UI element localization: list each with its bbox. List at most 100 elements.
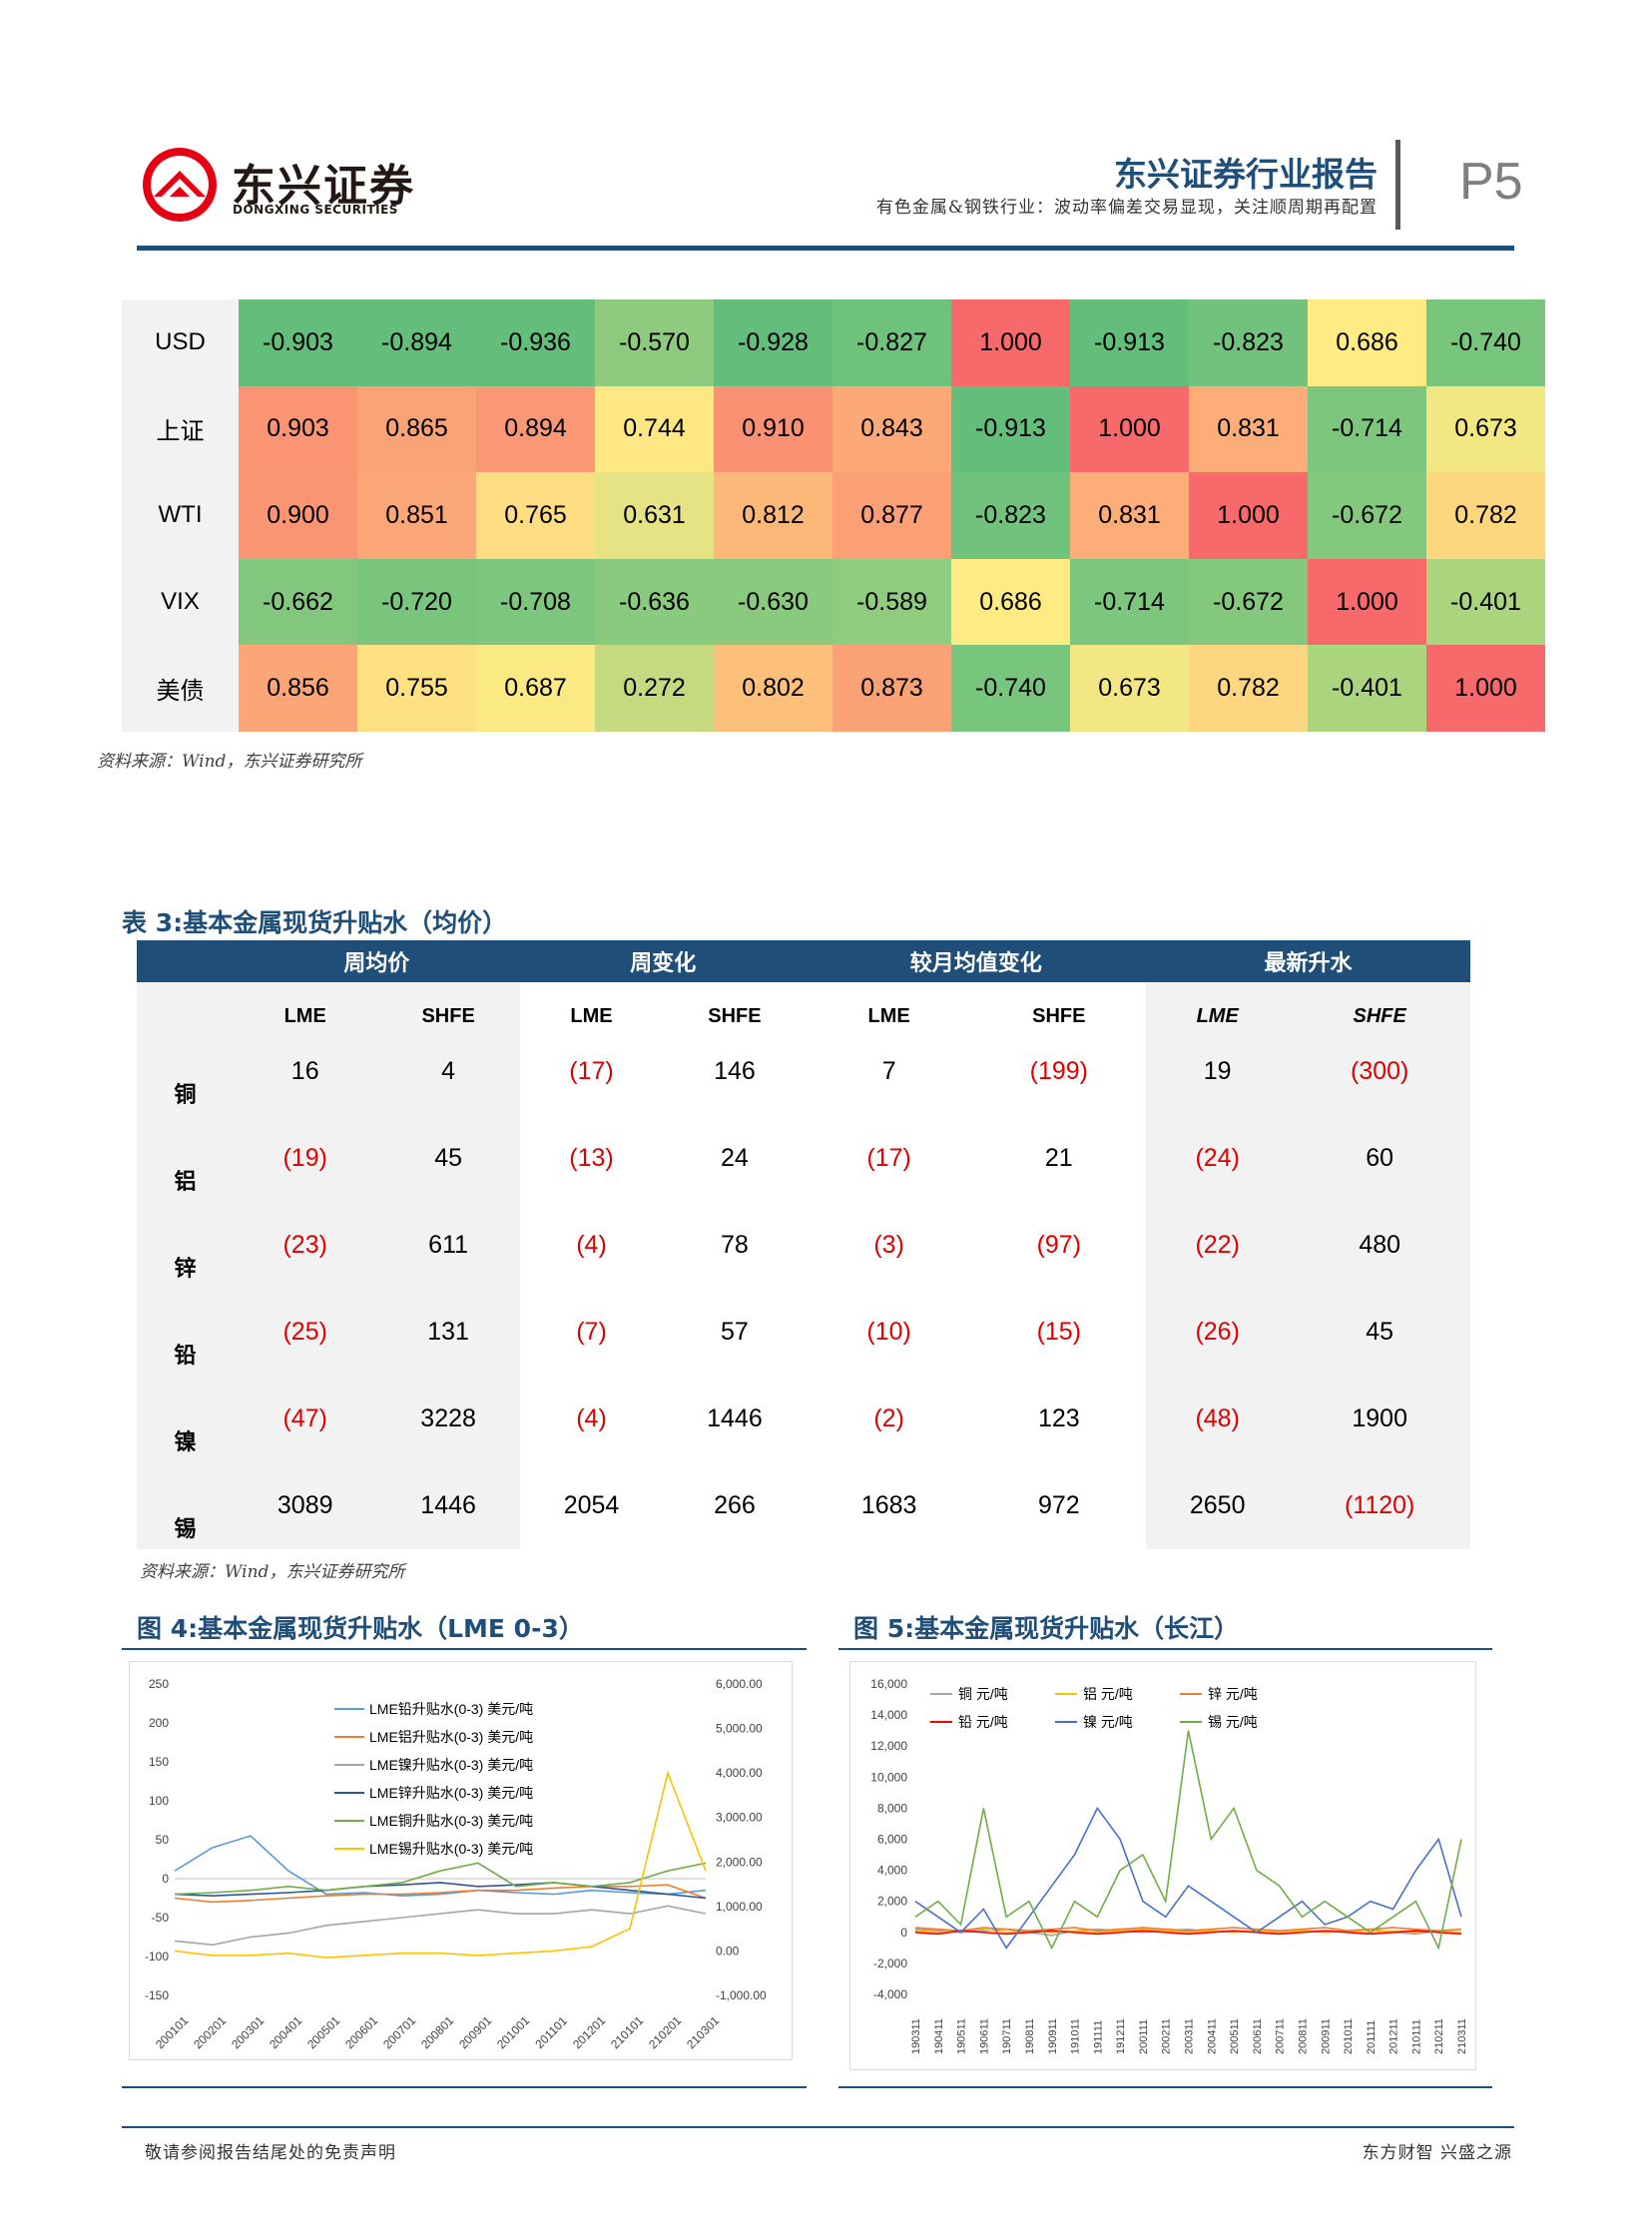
legend-label: 铝 元/吨: [1083, 1686, 1133, 1702]
table-cell: (19): [234, 1115, 377, 1202]
figure5-rule: [838, 1648, 1492, 1650]
table-cell: (17): [866, 1144, 911, 1172]
y-tick-label: 50: [156, 1833, 170, 1847]
table-cell: 60: [1289, 1115, 1470, 1202]
matrix-cell: 0.687: [476, 645, 595, 732]
table-corner: [137, 940, 234, 982]
x-tick-label: 201001: [494, 2013, 532, 2051]
matrix-cell: 0.802: [714, 645, 832, 732]
matrix-cell: -0.913: [951, 385, 1070, 473]
x-tick-label: 200201: [191, 2013, 229, 2051]
x-tick-label: 200111: [1138, 2019, 1150, 2054]
subheader-cell: SHFE: [376, 982, 520, 1028]
y-tick-label: 8,000: [877, 1801, 907, 1815]
x-tick-label: 210101: [608, 2013, 646, 2051]
matrix-cell: -0.823: [951, 472, 1070, 559]
metal-label: 镍: [137, 1376, 234, 1462]
subheader-cell: LME: [1145, 982, 1290, 1028]
table-cell: (48): [1145, 1376, 1290, 1462]
x-tick-label: 190511: [956, 2018, 968, 2054]
y-tick-label: 14,000: [870, 1708, 907, 1722]
y-tick-label: -2,000: [873, 1957, 907, 1970]
matrix-cell: -0.928: [714, 299, 832, 386]
group-header: 周变化: [519, 940, 807, 982]
metal-label: 铜: [137, 1028, 234, 1115]
x-tick-label: 200601: [342, 2013, 380, 2051]
x-tick-label: 210301: [684, 2013, 722, 2051]
matrix-cell: -0.401: [1308, 645, 1426, 732]
x-tick-label: 201201: [570, 2013, 608, 2051]
matrix-cell: 0.744: [595, 385, 714, 473]
x-tick-label: 200511: [1229, 2018, 1241, 2054]
y-tick-label: 150: [149, 1755, 169, 1769]
metal-label: 铅: [137, 1289, 234, 1376]
matrix-cell: 0.843: [832, 385, 951, 473]
x-tick-label: 201101: [532, 2013, 570, 2051]
table-cell: 1683: [860, 1491, 917, 1519]
table-cell: 57: [721, 1318, 749, 1346]
table-cell: (22): [1145, 1202, 1290, 1289]
table-cell: 19: [1145, 1028, 1290, 1115]
matrix-cell: 0.782: [1426, 472, 1545, 559]
table-cell: 611: [376, 1202, 520, 1289]
matrix-cell: -0.636: [595, 558, 714, 646]
matrix-row: WTI 0.900 0.851 0.765 0.631 0.812 0.877 -0.823 0…: [122, 472, 1545, 559]
y-tick-label: 6,000: [877, 1833, 907, 1847]
x-tick-label: 210201: [646, 2013, 684, 2051]
table-cell: 146: [714, 1057, 756, 1085]
table-cell: 480: [1289, 1202, 1470, 1289]
subheader-cell: SHFE: [1032, 1005, 1086, 1027]
table-cell: 1446: [707, 1404, 763, 1432]
y-tick-label: 16,000: [870, 1677, 907, 1691]
table-row: 镍 (47) 3228 (4) 1446 (2) 123 (48) 1900: [137, 1376, 1470, 1462]
x-tick-label: 200301: [229, 2013, 267, 2051]
y-tick-label: 12,000: [870, 1739, 907, 1753]
footer-rule: [122, 2126, 1514, 2128]
matrix-cell: 0.865: [357, 385, 476, 473]
table-cell: (17): [569, 1057, 614, 1085]
y-tick-label: 0: [162, 1872, 169, 1886]
table-cell: (10): [866, 1318, 911, 1346]
legend-label: 铜 元/吨: [958, 1686, 1008, 1702]
lme-premium-chart: 250 200 150 100 50 0 -50 -100 -150 6,000.00 5,000.…: [145, 1677, 767, 2051]
y-tick-label: 200: [149, 1716, 169, 1730]
table-cell: 7: [881, 1057, 896, 1085]
table-cell: 78: [721, 1231, 749, 1259]
group-header: 较月均值变化: [806, 940, 1146, 982]
matrix-cell: 0.673: [1426, 385, 1545, 473]
table-cell: (1120): [1289, 1462, 1470, 1549]
legend-label: LME铅升贴水(0-3) 美元/吨: [369, 1701, 533, 1717]
legend-label: 镍 元/吨: [1083, 1714, 1133, 1730]
y2-tick-label: -1,000.00: [716, 1988, 767, 2002]
matrix-cell: -0.720: [357, 558, 476, 646]
x-tick-label: 200311: [1184, 2018, 1196, 2054]
figure4-bottom-rule: [122, 2086, 807, 2088]
figure5-bottom-rule: [838, 2086, 1492, 2088]
premium-table: 周均价 周变化 较月均值变化 最新升水 LME SHFE LME SHFE LME SHF…: [137, 940, 1470, 1549]
matrix-cell: 0.673: [1070, 645, 1189, 732]
x-tick-label: 200711: [1275, 2018, 1287, 2054]
matrix-cell: 0.900: [239, 472, 357, 559]
x-tick-label: 200701: [380, 2013, 418, 2051]
subheader-cell: SHFE: [1289, 982, 1470, 1028]
x-tick-label: 190811: [1024, 2018, 1036, 2054]
table-cell: 24: [721, 1144, 749, 1172]
legend-label: LME铜升贴水(0-3) 美元/吨: [369, 1813, 533, 1829]
subheader-cell: LME: [570, 1005, 613, 1027]
matrix-cell: -0.672: [1189, 558, 1308, 646]
matrix-cell: -0.894: [357, 299, 476, 386]
subheader-cell: LME: [234, 982, 377, 1028]
y2-tick-label: 3,000.00: [716, 1811, 763, 1825]
matrix-cell: -0.714: [1070, 558, 1189, 646]
matrix-cell: -0.903: [239, 299, 357, 386]
matrix-cell: 0.755: [357, 645, 476, 732]
x-tick-label: 201111: [1366, 2020, 1377, 2054]
x-tick-label: 190411: [933, 2018, 945, 2054]
header-divider: [1395, 140, 1400, 230]
figure4-chart: 250 200 150 100 50 0 -50 -100 -150 6,000.00 5,000.…: [129, 1661, 793, 2060]
matrix-cell: 1.000: [1189, 472, 1308, 559]
x-tick-label: 200811: [1297, 2018, 1309, 2054]
report-subtitle: 有色金属&钢铁行业：波动率偏差交易显现，关注顺周期再配置: [875, 198, 1377, 218]
table-row: 铅 (25) 131 (7) 57 (10) (15) (26) 45: [137, 1289, 1470, 1376]
group-header: 最新升水: [1145, 940, 1470, 982]
